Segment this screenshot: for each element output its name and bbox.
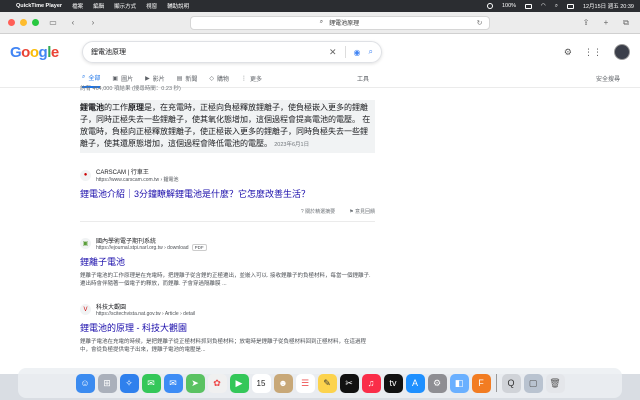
appstore-icon[interactable]: A [405,373,425,393]
dock-divider [495,374,497,392]
search-menubar-icon[interactable]: ⌕ [555,3,558,10]
settings-icon[interactable]: ⚙ [427,373,447,393]
control-center-icon[interactable] [566,3,574,9]
menu-edit[interactable]: 編輯 [93,2,104,10]
record-icon[interactable] [486,3,493,9]
feedback-link[interactable]: ⚑ 意見回饋 [349,208,375,215]
status-percent: 100% [501,3,517,9]
status-area: 100% ◠ ⌕ 12月15日 週五 20:39 [486,2,634,10]
result-link[interactable]: 鋰電池的原理 - 科技大觀園 [80,321,375,334]
finalcut-icon[interactable]: F [471,373,491,393]
reminders-icon[interactable]: ☰ [295,373,315,393]
lens-icon[interactable]: ◉ [354,48,361,57]
search-icon[interactable]: ⌕ [369,47,373,57]
back-icon[interactable]: ‹ [67,18,79,27]
snippet-feedback: ? 關於精選摘要 ⚑ 意見回饋 [80,208,375,222]
search-query[interactable]: 鋰電池原理 [91,47,329,57]
search-result: ▣ 國內學術電子期刊系統 https://ejournal.stpi.narl.… [80,236,375,288]
about-snippet-link[interactable]: ? 關於精選摘要 [301,208,335,215]
contacts-icon[interactable]: ☻ [273,373,293,393]
browser-toolbar: ▭ ‹ › ⌕ 鋰電池原理 ↻ ⇪ + ⧉ [0,12,640,34]
featured-source[interactable]: ● CARSCAM | 行車王 https://www.carscam.com.… [80,167,375,183]
tab-overview-icon[interactable]: ⧉ [620,18,632,28]
datetime[interactable]: 12月15日 週五 20:39 [583,2,634,10]
featured-snippet: 鋰電池的工作原理是，在充電時，正極向負極釋放鋰離子，使負極嵌入更多的鋰離子，同時… [80,100,375,153]
google-logo[interactable]: Google [10,44,82,61]
trash-icon[interactable]: 🗑 [545,373,565,393]
safesearch-button[interactable]: 安全搜尋 [596,74,620,83]
scitech-favicon: V [80,304,91,315]
sidebar-icon[interactable]: ▭ [47,18,59,27]
flag-icon: ⚑ [349,209,354,215]
folder-icon[interactable]: ▢ [523,373,543,393]
zoom-window-button[interactable] [32,19,39,26]
google-header: Google 鋰電池原理 ✕ ◉ ⌕ ⚙ ⋮⋮ [0,34,640,70]
results-column: 約有 464,000 項結果 (搜尋時間：0.23 秒) 鋰電池的工作原理是，在… [80,78,375,354]
avatar[interactable] [614,44,630,60]
apps-icon[interactable]: ⋮⋮ [584,47,602,58]
window-controls [8,19,39,26]
share-icon[interactable]: ⇪ [580,18,592,28]
result-description: 鋰離子電池在充電的時候，是把鋰離子從正極材料抓到負極材料；放電時是鋰離子從負極材… [80,339,367,353]
mail-icon[interactable]: ✉ [163,373,183,393]
close-window-button[interactable] [8,19,15,26]
pdf-badge: PDF [191,244,207,251]
journal-favicon: ▣ [80,238,91,249]
music-icon[interactable]: ♫ [361,373,381,393]
calendar-icon[interactable]: 15 [251,373,271,393]
notes-icon[interactable]: ✎ [317,373,337,393]
menu-app-name[interactable]: QuickTime Player [16,3,62,9]
capcut-icon[interactable]: ✂ [339,373,359,393]
wifi-icon[interactable]: ◠ [541,3,546,9]
result-stats: 約有 464,000 項結果 (搜尋時間：0.23 秒) [80,86,181,92]
result-source[interactable]: ▣ 國內學術電子期刊系統 https://ejournal.stpi.narl.… [80,236,375,251]
quicktime-icon[interactable]: Q [501,373,521,393]
reload-icon[interactable]: ↻ [477,19,483,27]
search-icon: ⌕ [319,19,324,25]
menu-view[interactable]: 顯示方式 [114,2,136,10]
photos-icon[interactable]: ✿ [207,373,227,393]
menu-file[interactable]: 檔案 [72,2,83,10]
snippet-date: 2023年6月1日 [274,142,310,148]
preview-icon[interactable]: ◧ [449,373,469,393]
menu-help[interactable]: 輔助說明 [167,2,189,10]
featured-result-link[interactable]: 鋰電池介紹｜3分鐘瞭解鋰電池是什麼？它怎麼改善生活？ [80,187,375,200]
search-box[interactable]: 鋰電池原理 ✕ ◉ ⌕ [82,41,382,63]
clear-icon[interactable]: ✕ [329,47,337,58]
search-result: V 科技大觀園 https://scitechvista.nat.gov.tw … [80,302,375,354]
question-icon: ? [300,209,304,215]
menu-window[interactable]: 視窗 [146,2,157,10]
result-description: 鋰離子電池的工作原理是在充電時，把鋰離子從含鋰的正極遷出，並嵌入可以. 接收鋰離… [80,273,371,287]
result-link[interactable]: 鋰離子電池 [80,255,375,268]
minimize-window-button[interactable] [20,19,27,26]
facetime-icon[interactable]: ▶ [229,373,249,393]
tv-icon[interactable]: tv [383,373,403,393]
maps-icon[interactable]: ➤ [185,373,205,393]
finder-icon[interactable]: ☺ [75,373,95,393]
search-divider [344,46,346,58]
new-tab-icon[interactable]: + [600,18,612,28]
forward-icon[interactable]: › [87,18,99,27]
menu-bar: QuickTime Player 檔案 編輯 顯示方式 視窗 輔助說明 100%… [0,0,640,12]
carscam-favicon: ● [80,169,91,181]
gear-icon[interactable]: ⚙ [564,47,572,58]
address-text: 鋰電池原理 [329,21,360,27]
result-source[interactable]: V 科技大觀園 https://scitechvista.nat.gov.tw … [80,302,375,317]
dock: ☺ ⊞ ✧ ✉ ✉ ➤ ✿ ▶ 15 ☻ ☰ ✎ ✂ ♫ tv A ⚙ ◧ F … [18,368,622,398]
safari-icon[interactable]: ✧ [119,373,139,393]
address-bar[interactable]: ⌕ 鋰電池原理 ↻ [189,15,490,30]
launchpad-icon[interactable]: ⊞ [97,373,117,393]
messages-icon[interactable]: ✉ [141,373,161,393]
battery-icon[interactable] [525,3,533,9]
